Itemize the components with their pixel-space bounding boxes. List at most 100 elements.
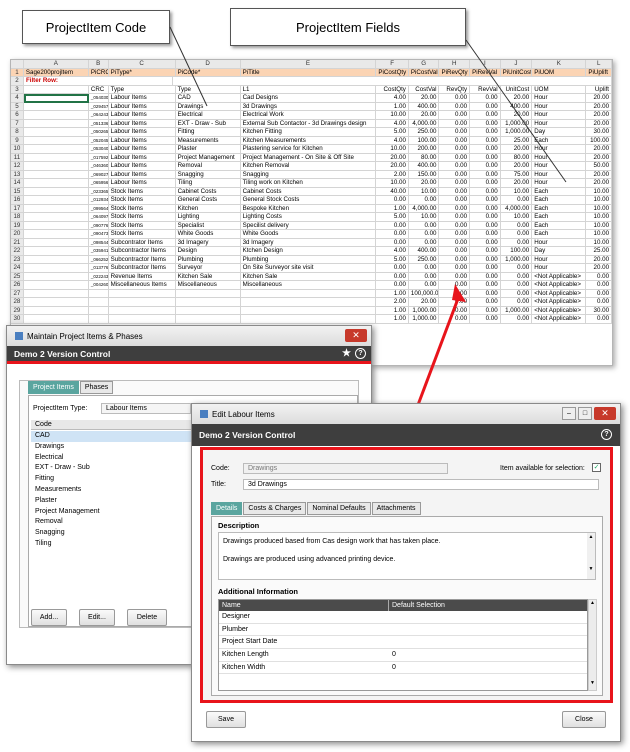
- table-cell[interactable]: 20.00: [586, 102, 612, 111]
- table-cell[interactable]: _098544: [88, 238, 109, 247]
- table-cell[interactable]: [240, 315, 377, 324]
- table-cell[interactable]: [23, 145, 89, 154]
- table-cell[interactable]: 0.00: [470, 196, 501, 205]
- table-cell[interactable]: 0.00: [500, 221, 533, 230]
- table-cell[interactable]: Fitting: [175, 128, 241, 137]
- table-cell[interactable]: 20.00: [586, 255, 612, 264]
- table-cell[interactable]: 0.00: [470, 213, 501, 222]
- field-header-cell[interactable]: Sage200projItem: [23, 68, 89, 77]
- table-cell[interactable]: White Goods: [240, 230, 377, 239]
- table-cell[interactable]: Bespoke Kitchen: [240, 204, 377, 213]
- table-cell[interactable]: 0.00: [439, 179, 471, 188]
- table-cell[interactable]: Kitchen: [175, 204, 241, 213]
- table-cell[interactable]: _054030: [88, 94, 109, 103]
- table-cell[interactable]: 0.00: [376, 264, 409, 273]
- table-cell[interactable]: [23, 128, 89, 137]
- table-cell[interactable]: 0.00: [439, 170, 471, 179]
- table-cell[interactable]: _013776: [88, 264, 109, 273]
- table-cell[interactable]: 0.00: [500, 272, 533, 281]
- table-cell[interactable]: Project Management: [175, 153, 241, 162]
- grid-row[interactable]: Designer: [219, 611, 587, 624]
- add-button[interactable]: Add...: [31, 609, 67, 626]
- table-cell[interactable]: [23, 298, 89, 307]
- table-cell[interactable]: 10.00: [586, 187, 612, 196]
- table-cell[interactable]: Each: [532, 213, 587, 222]
- table-cell[interactable]: 0.00: [376, 238, 409, 247]
- table-cell[interactable]: Hour: [532, 179, 587, 188]
- table-cell[interactable]: [23, 111, 89, 120]
- table-cell[interactable]: 3d Drawings: [240, 102, 377, 111]
- table-cell[interactable]: Labour Items: [108, 179, 176, 188]
- table-cell[interactable]: Hour: [532, 238, 587, 247]
- table-cell[interactable]: 0.00: [439, 230, 471, 239]
- table-cell[interactable]: Specilist delivery: [240, 221, 377, 230]
- table-cell[interactable]: _004260: [88, 281, 109, 290]
- table-cell[interactable]: Each: [532, 221, 587, 230]
- table-cell[interactable]: [108, 289, 176, 298]
- table-cell[interactable]: 0.00: [439, 264, 471, 273]
- tab-details[interactable]: Details: [211, 502, 243, 515]
- table-cell[interactable]: Plastering service for Kitchen: [240, 145, 377, 154]
- table-cell[interactable]: [23, 136, 89, 145]
- table-cell[interactable]: Each: [532, 230, 587, 239]
- table-cell[interactable]: 20.00: [500, 179, 533, 188]
- table-cell[interactable]: 3d Imagery: [240, 238, 377, 247]
- table-cell[interactable]: 0.00: [470, 289, 501, 298]
- table-cell[interactable]: [23, 272, 89, 281]
- table-cell[interactable]: Subcontractor Items: [108, 247, 176, 256]
- list-item[interactable]: Tiling: [31, 539, 191, 550]
- table-cell[interactable]: 5.00: [376, 255, 409, 264]
- grid-row[interactable]: Kitchen Width 0: [219, 662, 587, 675]
- table-cell[interactable]: 10.00: [586, 221, 612, 230]
- table-cell[interactable]: 0.00: [470, 238, 501, 247]
- table-cell[interactable]: Day: [532, 247, 587, 256]
- table-cell[interactable]: 0.00: [408, 272, 440, 281]
- table-cell[interactable]: [23, 306, 89, 315]
- table-cell[interactable]: Drawings: [175, 102, 241, 111]
- table-cell[interactable]: Each: [532, 204, 587, 213]
- table-cell[interactable]: 4.00: [376, 247, 409, 256]
- grid-cell-default[interactable]: [389, 636, 392, 648]
- table-cell[interactable]: 80.00: [500, 153, 533, 162]
- table-cell[interactable]: 0.00: [470, 179, 501, 188]
- table-cell[interactable]: Labour Items: [108, 136, 176, 145]
- table-cell[interactable]: 0.00: [376, 230, 409, 239]
- table-cell[interactable]: [23, 289, 89, 298]
- field-header-cell[interactable]: PiCRC: [88, 68, 109, 77]
- table-cell[interactable]: 0.00: [586, 281, 612, 290]
- table-cell[interactable]: Labour Items: [108, 153, 176, 162]
- table-cell[interactable]: [88, 298, 109, 307]
- table-cell[interactable]: Each: [532, 187, 587, 196]
- table-cell[interactable]: 80.00: [408, 153, 440, 162]
- table-cell[interactable]: [175, 298, 241, 307]
- table-cell[interactable]: 0.00: [439, 162, 471, 171]
- table-cell[interactable]: 0.00: [470, 306, 501, 315]
- table-cell[interactable]: [108, 315, 176, 324]
- table-cell[interactable]: 0.00: [439, 281, 471, 290]
- table-cell[interactable]: Labour Items: [108, 128, 176, 137]
- table-cell[interactable]: [23, 119, 89, 128]
- table-cell[interactable]: 0.00: [500, 289, 533, 298]
- table-cell[interactable]: General Costs: [175, 196, 241, 205]
- table-cell[interactable]: 10.00: [586, 213, 612, 222]
- table-cell[interactable]: 20.00: [376, 162, 409, 171]
- scrollbar[interactable]: ▲ ▼: [587, 533, 595, 579]
- table-cell[interactable]: [23, 213, 89, 222]
- table-cell[interactable]: 0.00: [408, 238, 440, 247]
- table-cell[interactable]: 0.00: [439, 289, 471, 298]
- table-cell[interactable]: Hour: [532, 145, 587, 154]
- table-cell[interactable]: Hour: [532, 264, 587, 273]
- table-cell[interactable]: 10.00: [500, 213, 533, 222]
- table-cell[interactable]: Cad Designs: [240, 94, 377, 103]
- list-item[interactable]: Drawings: [31, 442, 191, 453]
- table-cell[interactable]: Stock Items: [108, 230, 176, 239]
- table-cell[interactable]: 100.00: [500, 247, 533, 256]
- table-cell[interactable]: 0.00: [470, 119, 501, 128]
- table-cell[interactable]: 0.00: [439, 102, 471, 111]
- table-cell[interactable]: 0.00: [586, 272, 612, 281]
- table-cell[interactable]: [23, 255, 89, 264]
- table-cell[interactable]: 0.00: [439, 111, 471, 120]
- table-cell[interactable]: Hour: [532, 102, 587, 111]
- table-cell[interactable]: _099564: [88, 204, 109, 213]
- table-cell[interactable]: 30.00: [586, 306, 612, 315]
